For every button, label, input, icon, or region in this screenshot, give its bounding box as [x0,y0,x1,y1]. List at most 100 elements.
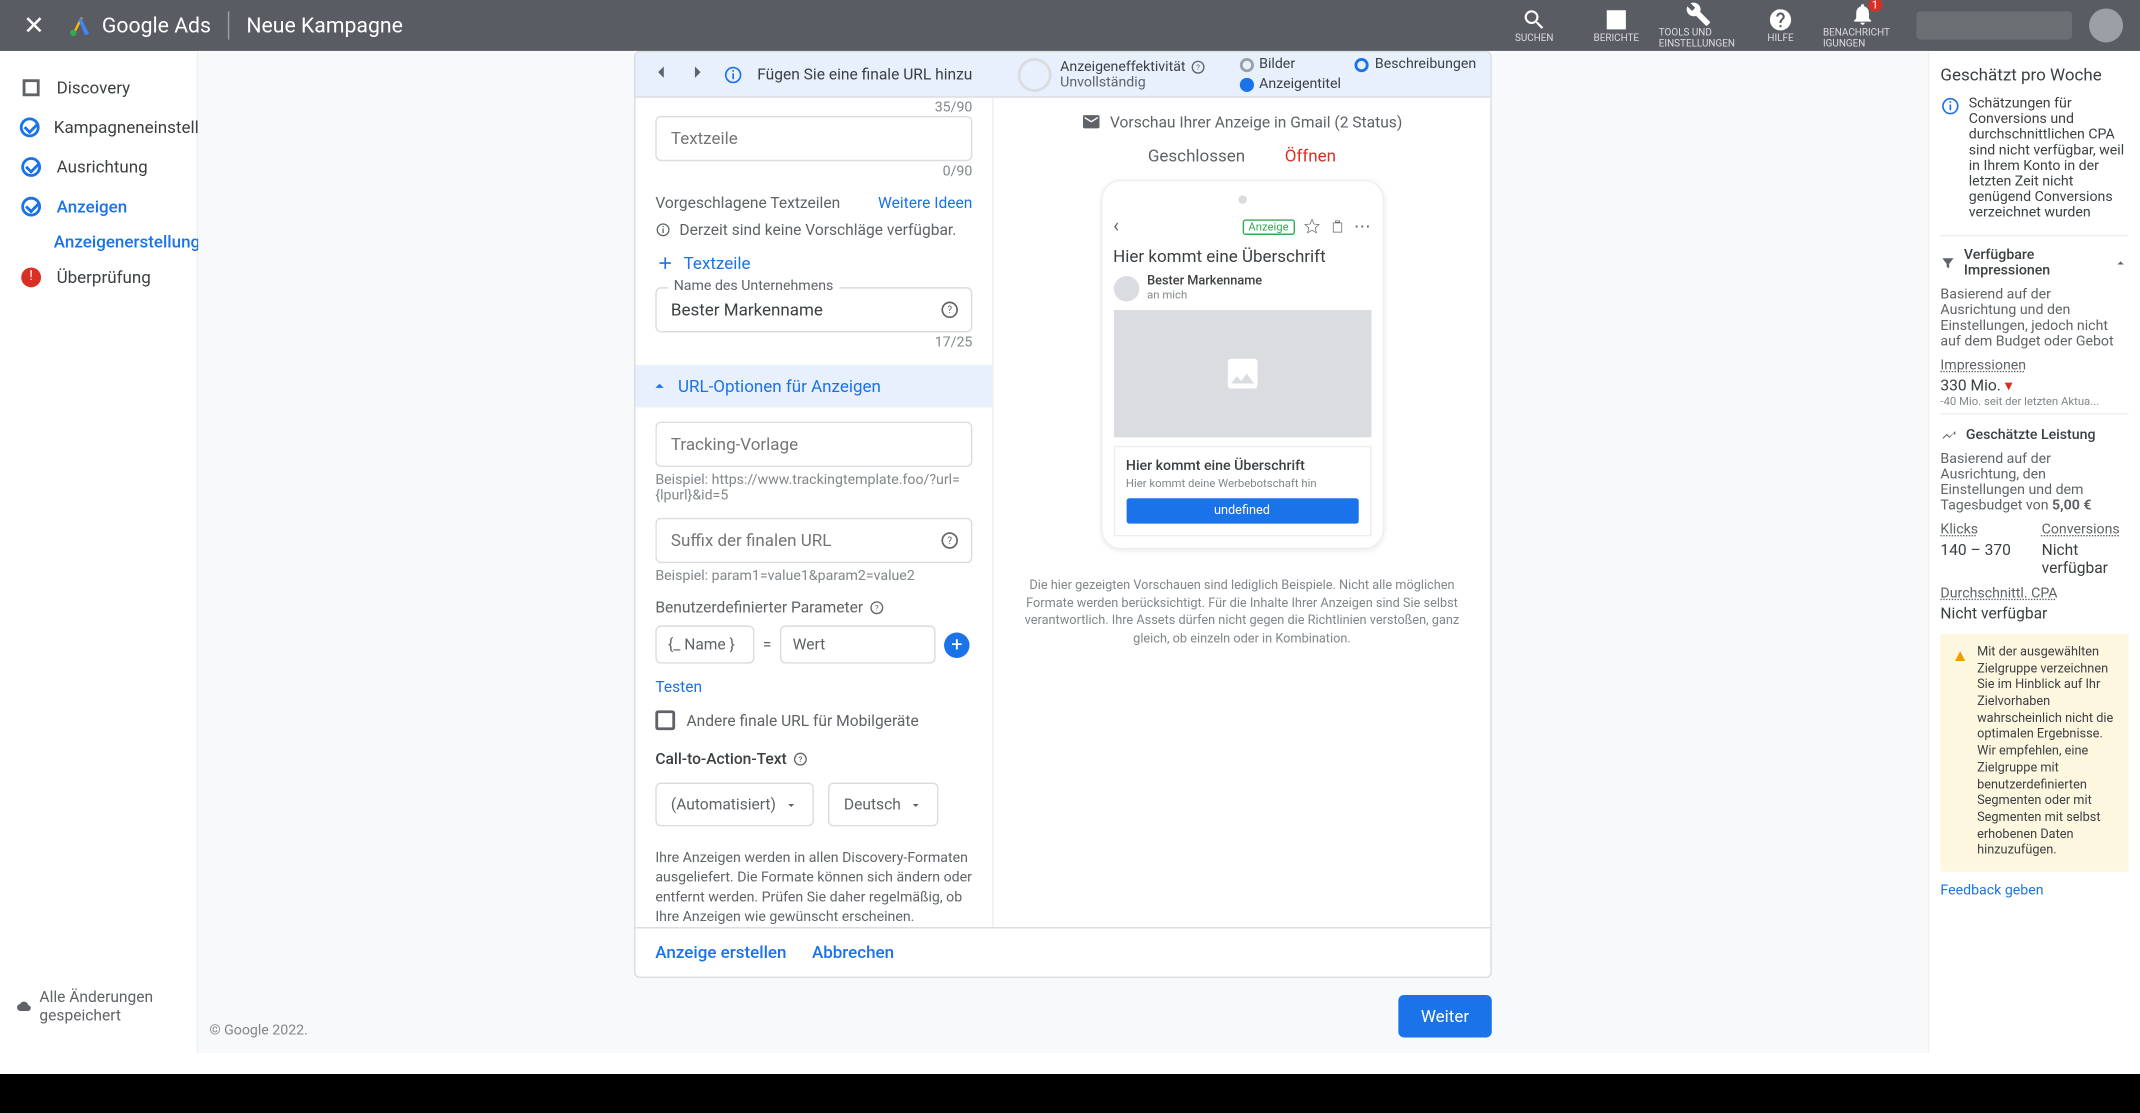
topbar-tools[interactable]: TOOLS UND EINSTELLUNGEN [1659,1,1738,49]
char-count: 35/90 [655,100,972,116]
topbar-reports[interactable]: BERICHTE [1577,7,1656,44]
pill-descriptions: Beschreibungen [1355,57,1476,73]
left-nav: Discovery Kampagneneinstellungen Ausrich… [0,51,198,1053]
topbar-notifications[interactable]: 1BENACHRICHT IGUNGEN [1823,1,1902,49]
avatar[interactable] [2089,8,2123,42]
page-title: Neue Kampagne [246,13,403,38]
feedback-link[interactable]: Feedback geben [1940,883,2128,899]
help-icon[interactable]: ? [940,300,960,320]
business-name-input[interactable] [671,300,957,320]
topbar-help[interactable]: HILFE [1741,7,1820,44]
save-status: Alle Änderungen gespeichert [0,977,197,1036]
back-icon[interactable]: ‹ [1113,215,1119,238]
checkbox-icon [655,711,675,731]
mobile-url-checkbox-row[interactable]: Andere finale URL für Mobilgeräte [655,711,972,731]
custom-param-label: Benutzerdefinierter Parameter [655,599,863,617]
nav-targeting[interactable]: Ausrichtung [0,147,197,187]
product-logo[interactable]: Google Ads [68,13,211,38]
add-param-button[interactable]: + [944,632,969,657]
clicks-value: 140 – 370 [1940,541,2027,559]
divider [228,11,229,39]
param-value-input[interactable]: Wert [780,626,936,664]
search-icon [1521,7,1546,32]
product-name: Google Ads [102,13,211,38]
tab-closed[interactable]: Geschlossen [1148,146,1245,166]
url-suffix-input-wrap[interactable]: ? [655,518,972,563]
no-suggestions: Derzeit sind keine Vorschläge verfügbar. [655,221,972,239]
image-icon [1222,354,1262,394]
url-options-toggle[interactable]: URL-Optionen für Anzeigen [635,365,992,407]
textline-input[interactable] [671,129,957,149]
help-icon[interactable]: ? [792,752,808,768]
card-cta[interactable]: undefined [1126,498,1358,523]
topbar-search[interactable]: SUCHEN [1495,7,1574,44]
nav-review[interactable]: Überprüfung [0,258,197,298]
chevron-up-icon [650,376,670,396]
test-link[interactable]: Testen [655,678,972,696]
language-dropdown[interactable]: Deutsch [828,783,939,827]
nav-campaign-settings[interactable]: Kampagneneinstellungen [0,108,197,148]
account-selector[interactable] [1916,11,2072,39]
ad-tag: Anzeige [1243,219,1295,235]
continue-button[interactable]: Weiter [1398,995,1492,1037]
estimates-panel: Geschätzt pro Woche Schätzungen für Conv… [1928,51,2140,1053]
mail-icon [1082,112,1102,132]
help-icon[interactable]: ? [869,600,885,616]
preview-headline: Hier kommt eine Überschrift [1113,246,1371,266]
letterbox [0,1074,2140,1113]
impressions-delta: -40 Mio. seit der letzten Aktua... [1940,395,2128,408]
chevron-down-icon [909,798,923,812]
help-icon[interactable]: ? [1190,59,1206,75]
sender-to: an mich [1147,289,1262,302]
char-count: 0/90 [655,164,972,180]
suggestions-label: Vorgeschlagene Textzeilen [655,194,840,212]
sender-name: Bester Markenname [1147,275,1262,289]
tab-open[interactable]: Öffnen [1285,146,1336,166]
nav-discovery[interactable]: Discovery [0,68,197,108]
url-suffix-input[interactable] [671,531,957,551]
business-name-label: Name des Unternehmens [668,279,839,295]
performance-section[interactable]: Geschätzte Leistung [1940,426,2128,443]
help-icon [1768,7,1793,32]
pill-images: Bilder [1239,57,1341,73]
card-footer: Anzeige erstellen Abbrechen [635,927,1490,977]
effectiveness-value: Unvollständig [1060,74,1205,90]
param-name-input[interactable]: {_ Name } [655,626,754,664]
audience-warning: Mit der ausgewählten Zielgruppe verzeich… [1977,645,2117,860]
star-icon[interactable] [1303,218,1320,235]
tracking-template-input-wrap[interactable] [655,422,972,467]
cta-section-title: Call-to-Action-Text? [655,750,972,768]
effectiveness-label: Anzeigeneffektivität [1060,59,1185,75]
info-icon [1940,96,1960,116]
nav-ad-creation[interactable]: Anzeigenerstellung [0,232,197,252]
trash-icon[interactable] [1328,218,1345,235]
char-count: 17/25 [655,335,972,351]
impressions-label: Impressionen [1940,358,2026,374]
textline-input-wrap[interactable] [655,116,972,161]
notification-badge: 1 [1868,0,1883,11]
svg-text:?: ? [798,755,802,764]
format-note: Ihre Anzeigen werden in allen Discovery-… [655,849,972,927]
add-textline-button[interactable]: Textzeile [655,253,972,273]
prev-button[interactable] [650,60,673,88]
svg-text:?: ? [947,536,952,547]
help-icon[interactable]: ? [940,531,960,551]
impressions-section[interactable]: Verfügbare Impressionen [1940,248,2128,279]
more-icon[interactable]: ⋯ [1354,217,1371,237]
tracking-template-input[interactable] [671,435,957,455]
close-icon[interactable]: ✕ [17,11,51,41]
next-button[interactable] [686,60,709,88]
cpa-value: Nicht verfügbar [1940,604,2128,622]
business-name-input-wrap[interactable]: Name des Unternehmens ? [655,287,972,332]
cpa-label: Durchschnittl. CPA [1940,586,2128,602]
cta-dropdown[interactable]: (Automatisiert) [655,783,814,827]
svg-text:?: ? [875,603,879,612]
phone-speaker [1238,195,1246,203]
nav-ads[interactable]: Anzeigen [0,187,197,227]
cloud-icon [17,996,31,1016]
chevron-up-icon [2114,255,2129,272]
cancel-button[interactable]: Abbrechen [812,943,894,963]
ad-editor-card: Fügen Sie eine finale URL hinzu Anzeigen… [634,51,1492,978]
more-ideas-link[interactable]: Weitere Ideen [878,194,972,212]
create-ad-button[interactable]: Anzeige erstellen [655,943,786,963]
